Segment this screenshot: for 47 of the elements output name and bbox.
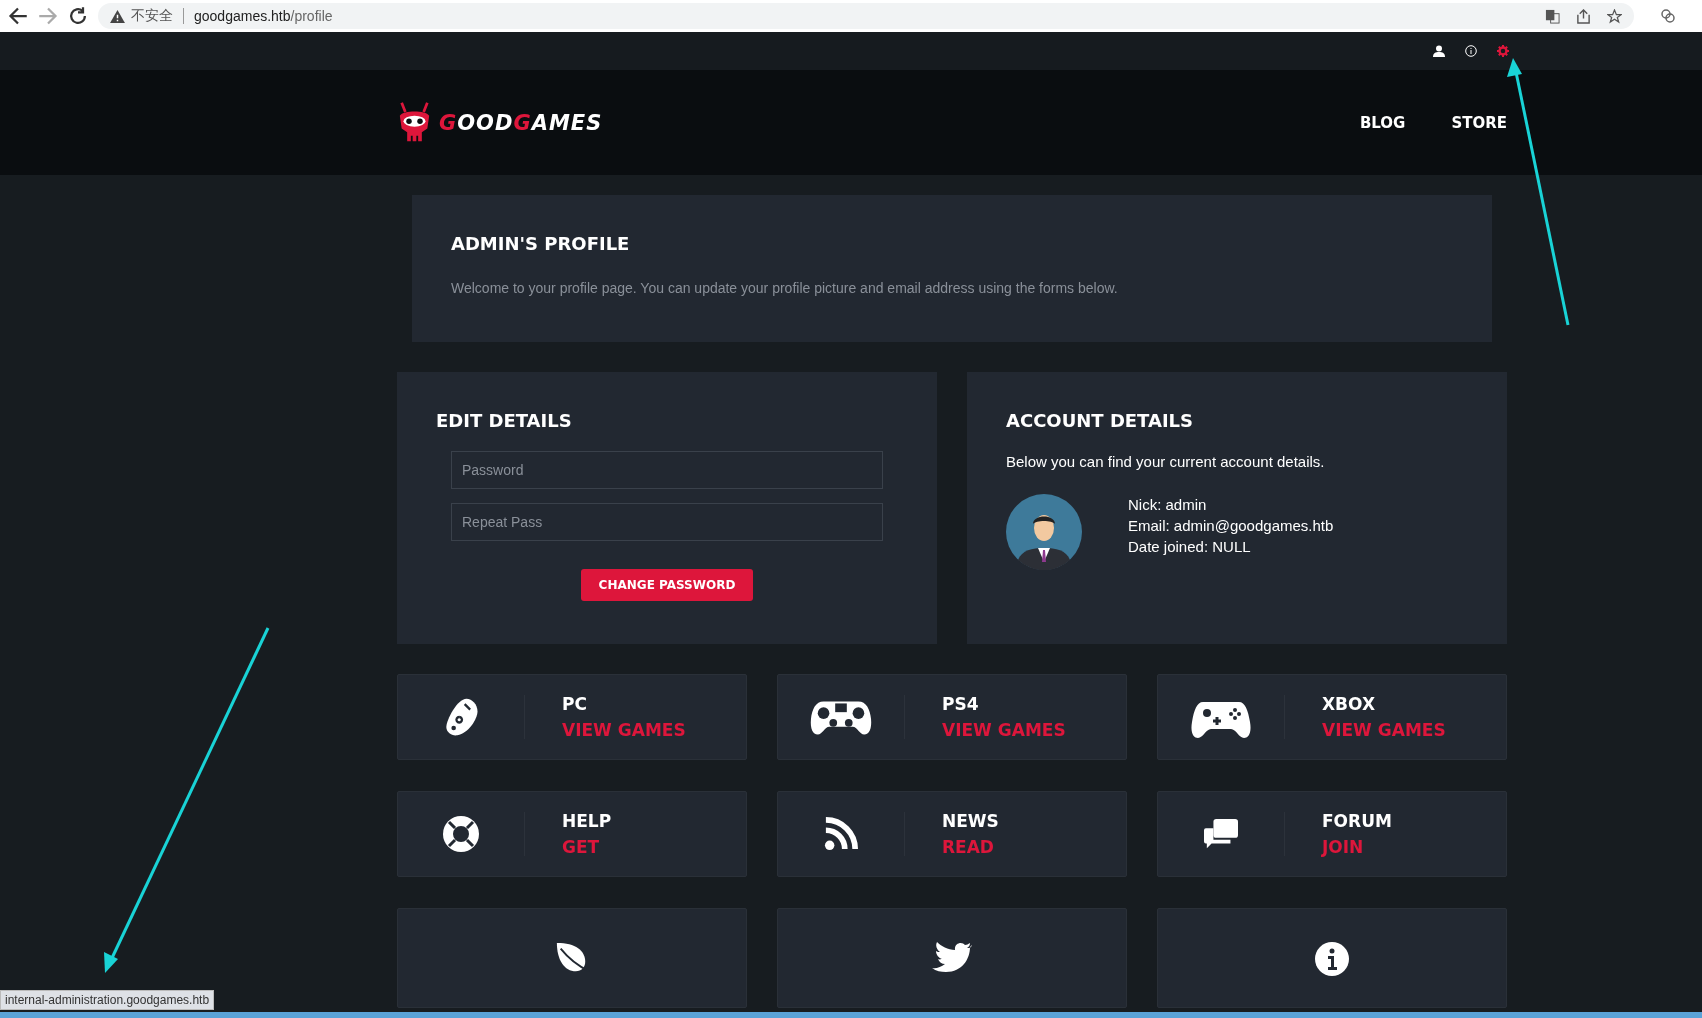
settings-icon[interactable] (1497, 45, 1509, 57)
tile-title: HELP (562, 811, 612, 831)
back-icon[interactable] (8, 6, 28, 26)
nav-link[interactable]: STORE (1451, 113, 1507, 132)
card-title: EDIT DETAILS (436, 410, 573, 431)
tile-title: NEWS (942, 811, 999, 831)
account-detail: Date joined: NULL (1128, 538, 1252, 555)
tile-title: PC (562, 694, 588, 714)
address-bar[interactable]: 不安全 goodgames.htb/profile (98, 3, 1634, 29)
tile-title: XBOX (1322, 694, 1377, 714)
card-title: ACCOUNT DETAILS (1006, 410, 1195, 431)
category-tile[interactable] (397, 908, 747, 1008)
info-icon (1314, 941, 1350, 977)
account-detail: Nick: admin (1128, 496, 1208, 513)
tile-title: FORUM (1322, 811, 1392, 831)
category-tile[interactable]: HELP GET (397, 791, 747, 877)
share-icon[interactable] (1576, 8, 1591, 24)
category-tile[interactable]: PS4 VIEW GAMES (777, 674, 1127, 760)
security-label: 不安全 (131, 7, 173, 25)
nav-link[interactable]: BLOG (1359, 113, 1406, 132)
info-icon[interactable] (1465, 45, 1477, 57)
lifebuoy-icon (441, 814, 481, 854)
category-tile[interactable]: NEWS READ (777, 791, 1127, 877)
extension-icon[interactable] (1660, 8, 1676, 24)
account-detail: Email: admin@goodgames.htb (1128, 517, 1334, 534)
account-intro: Below you can find your current account details. (1006, 453, 1326, 470)
category-tile[interactable]: XBOX VIEW GAMES (1157, 674, 1507, 760)
category-tile[interactable] (1157, 908, 1507, 1008)
reload-icon[interactable] (68, 6, 88, 26)
category-tile[interactable]: FORUM JOIN (1157, 791, 1507, 877)
bird-icon (932, 941, 972, 975)
rss-icon (824, 817, 858, 851)
change-password-button[interactable]: CHANGE PASSWORD (580, 569, 754, 601)
translate-icon[interactable] (1545, 8, 1560, 24)
password-field[interactable]: Repeat Pass (451, 503, 883, 541)
password-field[interactable]: Password (451, 451, 883, 489)
warning-icon (110, 9, 125, 23)
profile-title: ADMIN'S PROFILE (451, 233, 631, 254)
logo-text[interactable]: GOODGAMES (439, 110, 603, 135)
category-tile[interactable] (777, 908, 1127, 1008)
link-preview: internal-administration.goodgames.htb (0, 990, 215, 1010)
user-icon[interactable] (1433, 45, 1445, 57)
profile-description: Welcome to your profile page. You can update your profile picture and email address using the forms below. (451, 280, 1119, 296)
url-text: goodgames.htb/profile (194, 8, 333, 24)
star-icon[interactable] (1607, 8, 1622, 24)
category-tile[interactable]: PC VIEW GAMES (397, 674, 747, 760)
tile-title: PS4 (942, 694, 980, 714)
